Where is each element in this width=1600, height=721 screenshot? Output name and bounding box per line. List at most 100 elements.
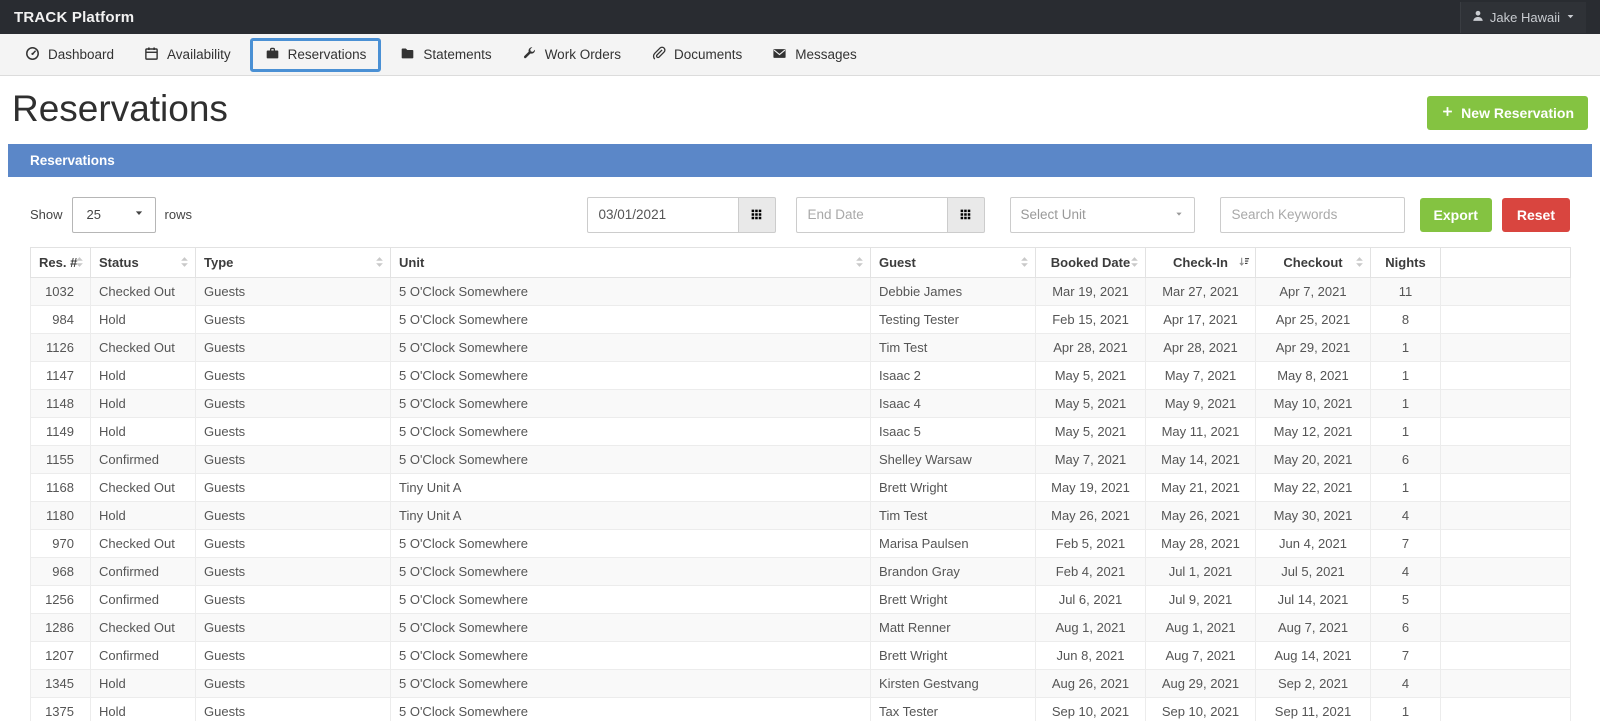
end-date-input[interactable] [796,197,948,233]
column-header-status[interactable]: Status [91,247,196,277]
column-header-unit[interactable]: Unit [391,247,871,277]
user-menu[interactable]: Jake Hawaii [1460,2,1586,33]
column-header-check-in[interactable]: Check-In [1146,247,1256,277]
cell-unit: 5 O'Clock Somewhere [391,557,871,585]
table-row[interactable]: 968ConfirmedGuests5 O'Clock SomewhereBra… [31,557,1571,585]
page-size-select[interactable]: 25 [72,197,156,233]
start-date-input[interactable] [587,197,739,233]
cell-booked-date: May 26, 2021 [1036,501,1146,529]
column-header-booked-date[interactable]: Booked Date [1036,247,1146,277]
cell-checkout: Apr 29, 2021 [1256,333,1371,361]
page-size-value: 25 [87,207,101,222]
cell-unit: 5 O'Clock Somewhere [391,445,871,473]
table-row[interactable]: 1148HoldGuests5 O'Clock SomewhereIsaac 4… [31,389,1571,417]
reset-button[interactable]: Reset [1502,198,1570,232]
sort-icon[interactable] [374,256,385,268]
cell-check-in: Aug 7, 2021 [1146,641,1256,669]
sort-icon[interactable] [74,256,85,268]
nav-tab-label: Messages [795,47,857,62]
cell-booked-date: Aug 26, 2021 [1036,669,1146,697]
cell-check-in: Aug 29, 2021 [1146,669,1256,697]
cell-guest: Tax Tester [871,697,1036,721]
cell-type: Guests [196,613,391,641]
nav-tab-work-orders[interactable]: Work Orders [507,38,636,72]
cell-checkout: Jul 5, 2021 [1256,557,1371,585]
cell-checkout: May 12, 2021 [1256,417,1371,445]
cell-res-number: 1207 [31,641,91,669]
cell-checkout: Jul 14, 2021 [1256,585,1371,613]
end-date-calendar-button[interactable] [948,197,985,233]
folder-icon [400,46,415,64]
nav-tab-statements[interactable]: Statements [385,38,506,72]
cell-res-number: 1256 [31,585,91,613]
cell-guest: Brett Wright [871,473,1036,501]
table-row[interactable]: 970Checked OutGuests5 O'Clock SomewhereM… [31,529,1571,557]
cell-guest: Debbie James [871,277,1036,305]
table-row[interactable]: 1149HoldGuests5 O'Clock SomewhereIsaac 5… [31,417,1571,445]
cell-guest: Shelley Warsaw [871,445,1036,473]
cell-actions [1441,501,1571,529]
column-header-type[interactable]: Type [196,247,391,277]
column-header-res-[interactable]: Res. # [31,247,91,277]
sort-icon[interactable] [1019,256,1030,268]
cell-booked-date: Apr 28, 2021 [1036,333,1146,361]
export-button[interactable]: Export [1420,198,1492,232]
table-row[interactable]: 1207ConfirmedGuests5 O'Clock SomewhereBr… [31,641,1571,669]
cell-booked-date: May 19, 2021 [1036,473,1146,501]
table-row[interactable]: 984HoldGuests5 O'Clock SomewhereTesting … [31,305,1571,333]
nav-tab-availability[interactable]: Availability [129,38,246,72]
show-label: Show [30,207,63,222]
cell-checkout: Aug 14, 2021 [1256,641,1371,669]
table-row[interactable]: 1168Checked OutGuestsTiny Unit ABrett Wr… [31,473,1571,501]
cell-booked-date: May 5, 2021 [1036,417,1146,445]
search-input[interactable] [1220,197,1405,233]
cell-check-in: Sep 10, 2021 [1146,697,1256,721]
nav-tab-documents[interactable]: Documents [636,38,757,72]
cell-actions [1441,361,1571,389]
nav-tab-messages[interactable]: Messages [757,38,872,72]
table-row[interactable]: 1286Checked OutGuests5 O'Clock Somewhere… [31,613,1571,641]
cell-status: Checked Out [91,613,196,641]
sort-asc-icon[interactable] [1239,256,1250,268]
cell-status: Hold [91,697,196,721]
sort-icon[interactable] [854,256,865,268]
cell-status: Confirmed [91,585,196,613]
cell-guest: Kirsten Gestvang [871,669,1036,697]
column-label: Check-In [1173,255,1228,270]
cell-status: Checked Out [91,529,196,557]
nav-tab-reservations[interactable]: Reservations [250,38,382,72]
table-row[interactable]: 1180HoldGuestsTiny Unit ATim TestMay 26,… [31,501,1571,529]
table-row[interactable]: 1256ConfirmedGuests5 O'Clock SomewhereBr… [31,585,1571,613]
table-row[interactable]: 1155ConfirmedGuests5 O'Clock SomewhereSh… [31,445,1571,473]
table-row[interactable]: 1032Checked OutGuests5 O'Clock Somewhere… [31,277,1571,305]
cell-actions [1441,557,1571,585]
sort-icon[interactable] [179,256,190,268]
cell-actions [1441,585,1571,613]
column-header-checkout[interactable]: Checkout [1256,247,1371,277]
cell-res-number: 1155 [31,445,91,473]
start-date-calendar-button[interactable] [739,197,776,233]
table-row[interactable]: 1147HoldGuests5 O'Clock SomewhereIsaac 2… [31,361,1571,389]
new-reservation-button[interactable]: New Reservation [1427,96,1588,130]
column-header-guest[interactable]: Guest [871,247,1036,277]
cell-booked-date: Feb 5, 2021 [1036,529,1146,557]
briefcase-icon [265,46,280,64]
cell-status: Hold [91,669,196,697]
sort-icon[interactable] [1354,256,1365,268]
cell-unit: 5 O'Clock Somewhere [391,697,871,721]
cell-checkout: May 10, 2021 [1256,389,1371,417]
table-row[interactable]: 1126Checked OutGuests5 O'Clock Somewhere… [31,333,1571,361]
table-row[interactable]: 1345HoldGuests5 O'Clock SomewhereKirsten… [31,669,1571,697]
nav-tab-dashboard[interactable]: Dashboard [10,38,129,72]
table-row[interactable]: 1375HoldGuests5 O'Clock SomewhereTax Tes… [31,697,1571,721]
cell-actions [1441,697,1571,721]
unit-select[interactable]: Select Unit [1010,197,1195,233]
reservations-tbody: 1032Checked OutGuests5 O'Clock Somewhere… [31,277,1571,721]
sort-icon[interactable] [1129,256,1140,268]
envelope-icon [772,46,787,64]
cell-nights: 4 [1371,501,1441,529]
column-header-empty [1441,247,1571,277]
cell-res-number: 1168 [31,473,91,501]
cell-type: Guests [196,445,391,473]
cell-actions [1441,389,1571,417]
